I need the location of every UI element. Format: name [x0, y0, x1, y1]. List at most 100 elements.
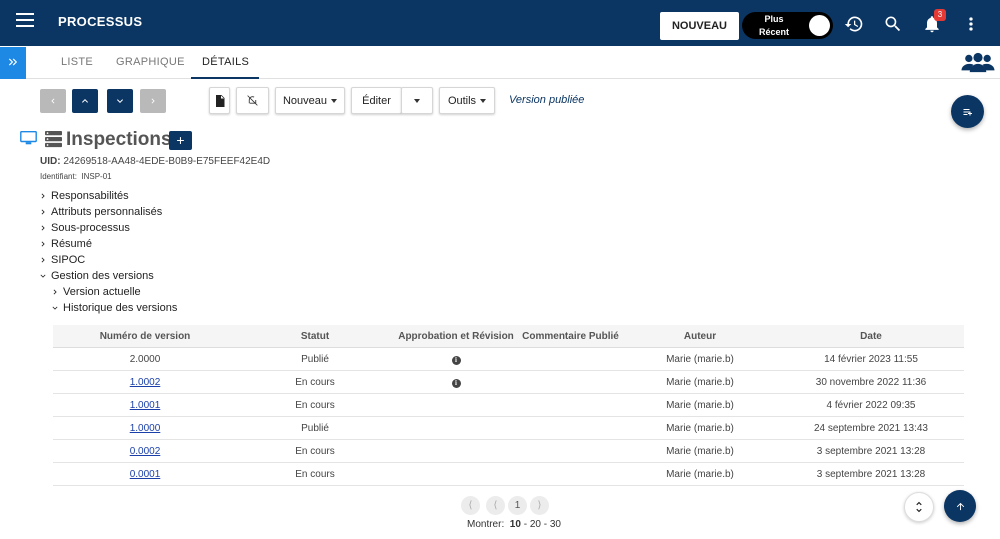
table-body: 2.0000 Publié i Marie (marie.b) 14 février 2… [53, 348, 964, 486]
ident-value: INSP-01 [81, 172, 112, 181]
column-header[interactable]: Auteur [622, 331, 778, 342]
playlist-add-icon [963, 108, 972, 115]
top-bar: PROCESSUS NOUVEAU Plus Récent 3 [0, 0, 1000, 46]
chevron-down-icon [117, 99, 123, 103]
chevron-up-icon [82, 99, 88, 103]
version-cell: 2.0000 [53, 354, 237, 365]
page-size-option[interactable]: 30 [550, 519, 561, 530]
author-cell: Marie (marie.b) [666, 376, 734, 388]
page-size-option[interactable]: 20 [530, 519, 541, 530]
tab-graphique[interactable]: GRAPHIQUE [116, 56, 185, 68]
scroll-top-button[interactable] [944, 490, 976, 522]
next-button[interactable] [140, 89, 166, 113]
column-header[interactable]: Numéro de version [53, 331, 237, 342]
chevron-left-icon [51, 98, 55, 104]
toggle-knob [809, 15, 830, 36]
chevron-down-icon [40, 274, 46, 278]
expand-collapse-button[interactable] [904, 492, 934, 522]
recent-toggle[interactable]: Plus Récent [742, 12, 833, 39]
history-icon[interactable] [844, 14, 864, 34]
uid-label: UID: [40, 156, 61, 167]
uid-value: 24269518-AA48-4EDE-B0B9-E75FEEF42E4D [63, 156, 271, 167]
tree-label: Attributs personnalisés [51, 206, 163, 218]
author-cell: Marie (marie.b) [666, 468, 734, 480]
table-row: 0.0002 En cours Marie (marie.b) 3 septembre… [53, 440, 964, 463]
people-icon[interactable] [961, 52, 995, 74]
column-header[interactable]: Commentaire Publié [519, 331, 622, 342]
new-process-button[interactable]: NOUVEAU [660, 12, 739, 40]
version-link[interactable]: 0.0001 [130, 469, 161, 480]
chevron-down-icon [52, 306, 58, 310]
notifications-off-button[interactable] [236, 87, 269, 114]
chevron-right-icon [41, 225, 45, 231]
tree-item-attributs[interactable]: Attributs personnalisés [38, 206, 162, 218]
status-cell: En cours [295, 468, 335, 480]
nouveau-label: Nouveau [282, 94, 328, 107]
add-button[interactable]: + [169, 131, 192, 150]
tree-item-sous-processus[interactable]: Sous-processus [38, 222, 130, 234]
version-link[interactable]: 0.0002 [130, 446, 161, 457]
caret-down-icon [480, 98, 487, 103]
outils-dropdown[interactable]: Outils [439, 87, 495, 114]
tree-item-responsabilites[interactable]: Responsabilités [38, 190, 129, 202]
document-button[interactable] [209, 87, 230, 114]
info-icon[interactable]: i [451, 378, 461, 388]
menu-icon[interactable] [16, 13, 34, 31]
sidebar-expand-button[interactable] [0, 47, 26, 79]
tree-item-version-actuelle[interactable]: Version actuelle [50, 286, 141, 298]
table-row: 0.0001 En cours Marie (marie.b) 3 septembre… [53, 463, 964, 486]
outils-label: Outils [447, 94, 477, 107]
page-size-option[interactable]: 10 [510, 519, 521, 530]
version-link[interactable]: 1.0001 [130, 400, 161, 411]
chevron-right-icon [41, 209, 45, 215]
more-vert-icon[interactable] [961, 14, 981, 34]
nouveau-dropdown[interactable]: Nouveau [275, 87, 345, 114]
move-up-button[interactable] [72, 89, 98, 113]
column-header[interactable]: Date [778, 331, 964, 342]
move-down-button[interactable] [107, 89, 133, 113]
version-link[interactable]: 1.0000 [130, 423, 161, 434]
tab-details[interactable]: DÉTAILS [202, 56, 249, 68]
table-row: 2.0000 Publié i Marie (marie.b) 14 février 2… [53, 348, 964, 371]
date-cell: 3 septembre 2021 13:28 [816, 468, 926, 480]
show-label: Montrer: [467, 519, 505, 530]
prev-page-button[interactable]: ⟨ [486, 496, 505, 515]
edit-dropdown-toggle[interactable] [401, 87, 433, 114]
first-page-button[interactable]: ⟨ [461, 496, 480, 515]
date-cell: 24 septembre 2021 13:43 [814, 422, 928, 434]
tree-item-gestion-versions[interactable]: Gestion des versions [38, 270, 154, 282]
tree-item-resume[interactable]: Résumé [38, 238, 92, 250]
version-link: 2.0000 [129, 353, 161, 365]
arrow-up-icon [956, 502, 964, 510]
status-cell: En cours [295, 376, 335, 388]
playlist-fab[interactable] [951, 95, 984, 128]
author-cell: Marie (marie.b) [666, 399, 734, 411]
author-cell: Marie (marie.b) [666, 353, 734, 365]
column-header[interactable]: Approbation et Révision [393, 331, 519, 342]
chevron-right-icon [53, 289, 57, 295]
next-page-button[interactable]: ⟩ [530, 496, 549, 515]
tab-bar: LISTE GRAPHIQUE DÉTAILS [26, 47, 1000, 79]
column-header[interactable]: Statut [237, 331, 393, 342]
page-number[interactable]: 1 [508, 496, 527, 515]
identifier-line: Identifiant: INSP-01 [40, 172, 112, 181]
tree-item-historique[interactable]: Historique des versions [50, 302, 177, 314]
chevron-right-icon [151, 98, 155, 104]
tree-label: Responsabilités [51, 190, 129, 202]
status-cell: Publié [301, 422, 329, 434]
previous-button[interactable] [40, 89, 66, 113]
unfold-icon [916, 501, 922, 513]
info-icon[interactable]: i [451, 355, 461, 365]
tree-label: Version actuelle [63, 286, 141, 298]
app-title: PROCESSUS [58, 14, 143, 29]
approval-cell: i [393, 354, 519, 365]
table-row: 1.0002 En cours i Marie (marie.b) 30 novembr… [53, 371, 964, 394]
version-link[interactable]: 1.0002 [130, 377, 161, 388]
table-header: Numéro de version Statut Approbation et … [53, 325, 964, 348]
edit-button[interactable]: Éditer [351, 87, 402, 114]
search-icon[interactable] [883, 14, 903, 34]
tree-item-sipoc[interactable]: SIPOC [38, 254, 85, 266]
version-cell: 0.0001 [53, 469, 237, 480]
tree-label: SIPOC [51, 254, 86, 266]
tab-liste[interactable]: LISTE [61, 56, 93, 68]
